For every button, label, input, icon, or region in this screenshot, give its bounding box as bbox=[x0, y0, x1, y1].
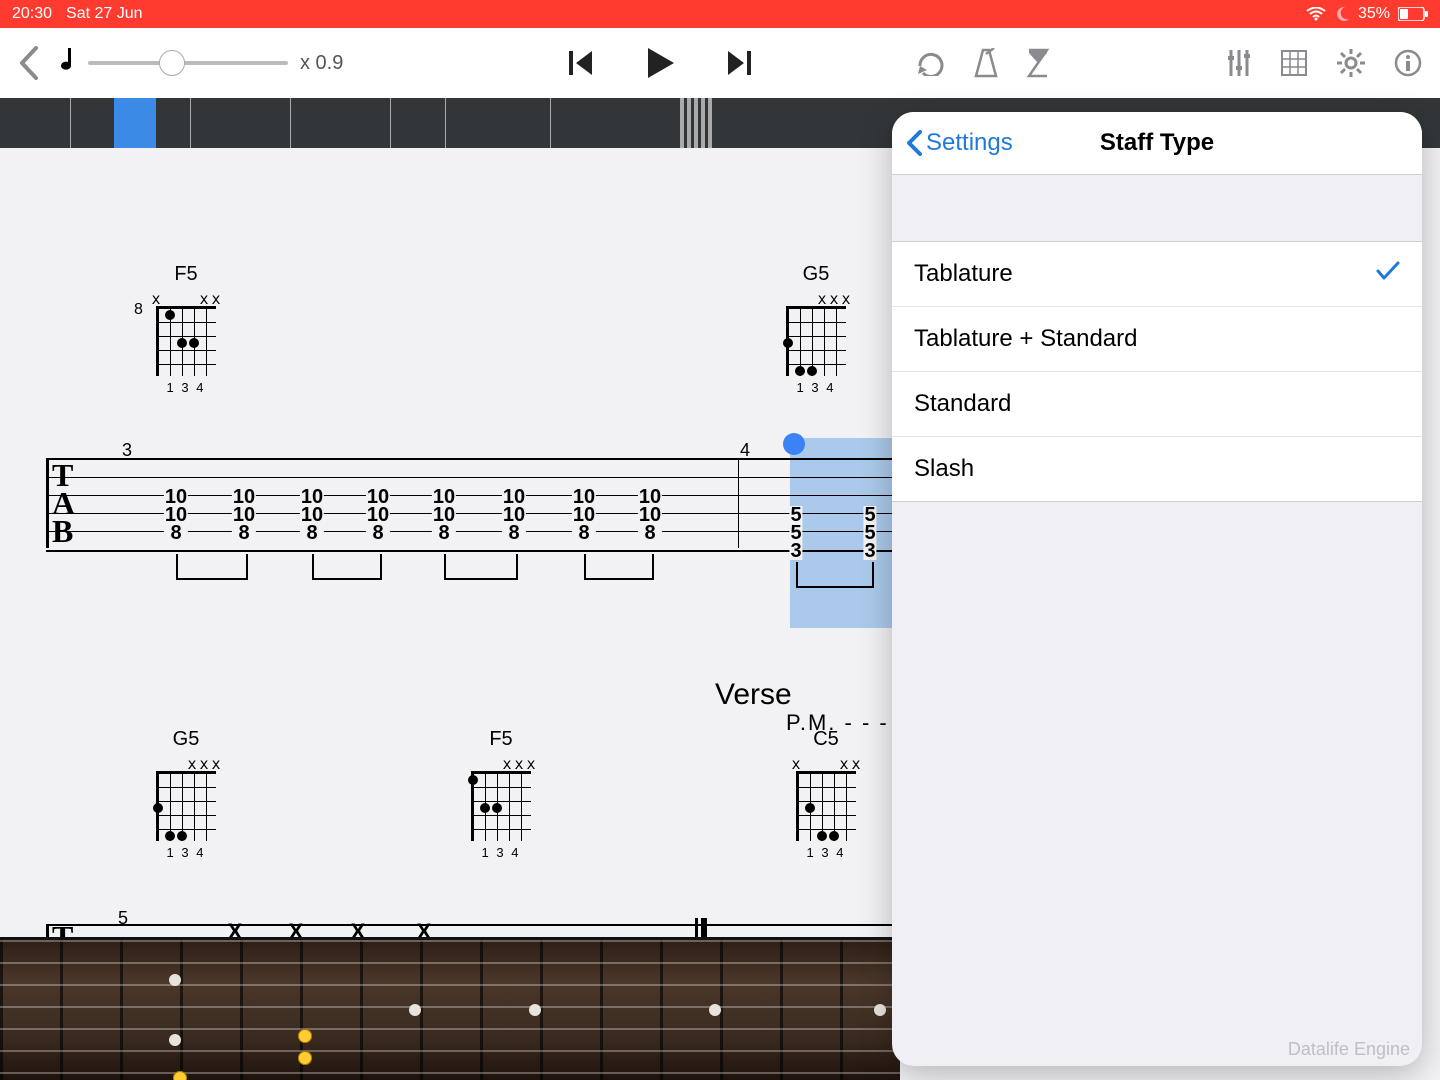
info-icon[interactable] bbox=[1394, 49, 1422, 77]
option-label: Standard bbox=[914, 390, 1011, 418]
chord-diagram-G5-r2: G5 xxx 1 3 4 bbox=[150, 728, 222, 860]
timeline-playhead[interactable] bbox=[114, 98, 156, 148]
ios-status-bar: 20:30 Sat 27 Jun 35% bbox=[0, 0, 1440, 28]
tempo-slider[interactable]: x 0.9 bbox=[58, 46, 343, 81]
staff-type-option-tablature[interactable]: Tablature bbox=[892, 242, 1422, 307]
staff-type-list: Tablature Tablature + Standard Standard … bbox=[892, 241, 1422, 502]
countdown-icon[interactable] bbox=[1026, 48, 1050, 78]
moon-icon bbox=[1334, 6, 1350, 22]
back-icon[interactable] bbox=[18, 46, 40, 80]
virtual-fretboard[interactable] bbox=[0, 937, 900, 1080]
checkmark-icon bbox=[1376, 260, 1400, 288]
loop-icon[interactable] bbox=[916, 50, 946, 76]
next-icon[interactable] bbox=[724, 48, 754, 78]
tempo-track[interactable] bbox=[88, 61, 288, 65]
chord-diagram-C5-r2: C5 xxx 1 3 4 bbox=[790, 728, 862, 860]
staff-type-option-tab-standard[interactable]: Tablature + Standard bbox=[892, 307, 1422, 372]
option-label: Tablature + Standard bbox=[914, 325, 1138, 353]
watermark-text: Datalife Engine bbox=[1288, 1039, 1410, 1060]
chord-diagram-F5: F5 xxx 8 1 3 4 bbox=[150, 263, 222, 395]
battery-percent: 35% bbox=[1358, 5, 1390, 23]
staff-type-popover: Settings Staff Type Tablature Tablature … bbox=[892, 112, 1422, 1066]
battery-icon bbox=[1398, 7, 1428, 21]
playhead-marker[interactable] bbox=[783, 433, 805, 455]
popover-back-button[interactable]: Settings bbox=[892, 129, 1027, 157]
prev-icon[interactable] bbox=[566, 48, 596, 78]
tempo-thumb[interactable] bbox=[159, 50, 185, 76]
option-label: Slash bbox=[914, 455, 974, 483]
fretboard-toggle-icon[interactable] bbox=[1280, 49, 1308, 77]
metronome-icon[interactable] bbox=[974, 48, 998, 78]
chord-diagram-G5: G5 xxx 1 3 4 bbox=[780, 263, 852, 395]
mixer-icon[interactable] bbox=[1226, 48, 1252, 78]
section-label-verse: Verse bbox=[715, 678, 792, 712]
staff-type-option-standard[interactable]: Standard bbox=[892, 372, 1422, 437]
play-icon[interactable] bbox=[644, 46, 676, 80]
popover-header: Settings Staff Type bbox=[892, 112, 1422, 175]
note-icon bbox=[58, 46, 76, 81]
option-label: Tablature bbox=[914, 260, 1013, 288]
tab-clef-B: B bbox=[52, 518, 73, 544]
wifi-icon bbox=[1306, 7, 1326, 21]
status-date: Sat 27 Jun bbox=[66, 5, 143, 23]
tempo-label: x 0.9 bbox=[300, 52, 343, 75]
gear-icon[interactable] bbox=[1336, 48, 1366, 78]
app-toolbar: x 0.9 bbox=[0, 28, 1440, 98]
staff-type-option-slash[interactable]: Slash bbox=[892, 437, 1422, 501]
chord-diagram-F5-r2: F5 xxx 1 3 4 bbox=[465, 728, 537, 860]
status-time: 20:30 bbox=[12, 5, 52, 23]
popover-back-label: Settings bbox=[926, 129, 1013, 157]
